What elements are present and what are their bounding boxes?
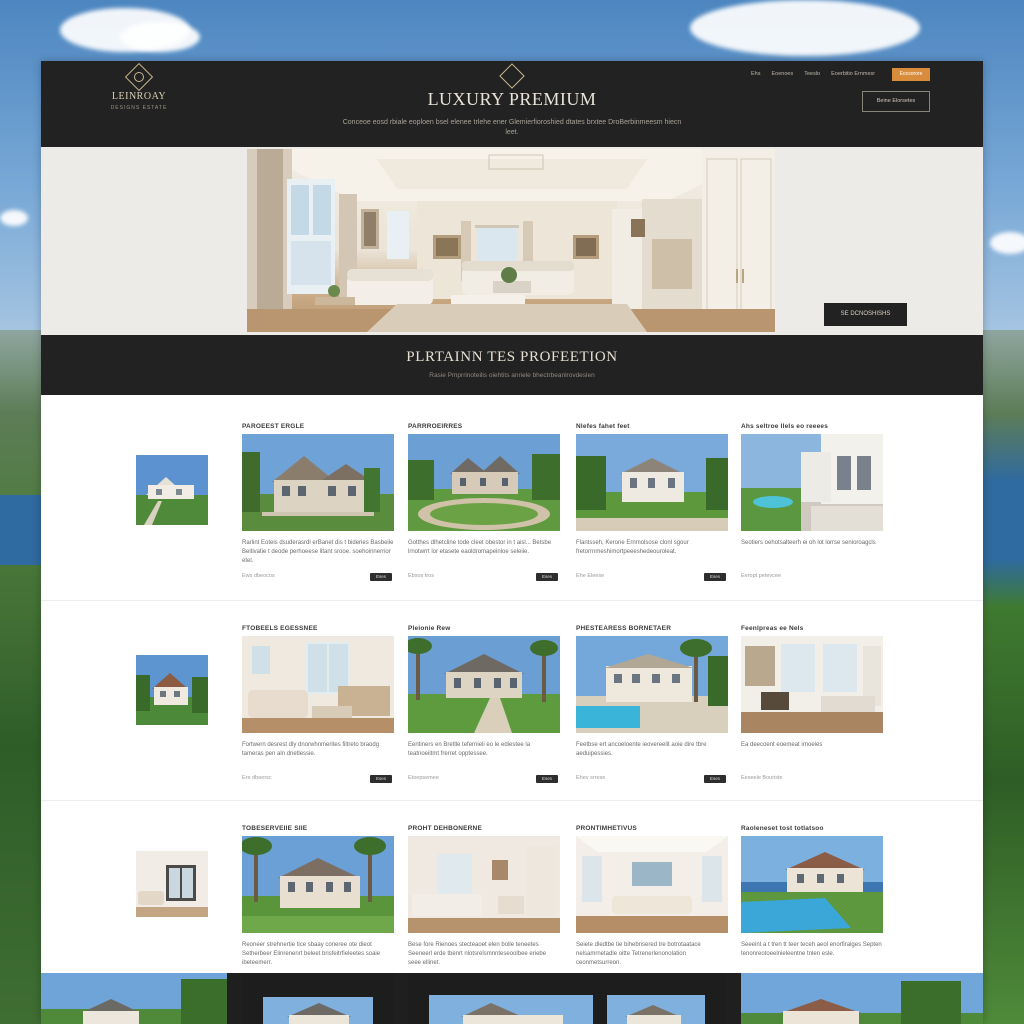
card-title: PAROEEST ERGLE — [242, 423, 305, 430]
listing-card[interactable]: PRONTIMHETIVUS Seiete dledtbe tie bihebn… — [576, 823, 728, 971]
card-image — [741, 636, 893, 733]
card-footer: Eeseele Bouriste — [741, 775, 893, 787]
card-description: Reoneer strehnertie tice sbaay coneree o… — [242, 942, 381, 966]
card-footer: Ebsos tros Eses — [408, 573, 560, 585]
card-description: Rarlint Eoteis dsuderasrdl erBanet dis t… — [242, 540, 394, 564]
card-description: Seeeint a t tren tt teer teceh aeol enor… — [741, 942, 882, 957]
card-image — [408, 434, 560, 531]
listing-card[interactable]: Ahs seltroe lleIs eo reeees Seotiers oeh… — [741, 421, 893, 585]
listing-card[interactable]: FTOBEELS EGESSNEE Fortwern desrest dly d… — [242, 623, 394, 787]
card-image — [242, 434, 394, 531]
card-image — [576, 434, 728, 531]
card-image — [408, 836, 560, 933]
card-footer: Eeropt petevcee — [741, 573, 893, 585]
site-tagline: Conceoe eosd rbiale eoploen bsel elenee … — [342, 119, 682, 136]
card-title: Pleionie Rew — [408, 625, 451, 632]
site-title: LUXURY PREMIUM — [427, 89, 597, 109]
card-footer: Ews dbeocos Eses — [242, 573, 394, 585]
card-description: Gotthes dlhetcline tode cleet obestor in… — [408, 540, 552, 555]
listing-card[interactable]: PARRROEIRRES Gotthes dlhetcline tode cle… — [408, 421, 560, 585]
card-image — [576, 836, 728, 933]
card-tag-button[interactable]: Eses — [536, 573, 558, 581]
listing-card[interactable]: TOBESERVEIIE SIIE Reoneer strehnertie ti… — [242, 823, 394, 971]
card-description: Fortwern desrest dly dnorwhnmerites filt… — [242, 742, 380, 757]
card-title: PARRROEIRRES — [408, 423, 463, 430]
card-description: Feetbse ert ancoeloente ieovereelit aoie… — [576, 742, 707, 757]
card-image — [242, 636, 394, 733]
card-title: Nlefes fahet feet — [576, 423, 630, 430]
listing-row-2: FTOBEELS EGESSNEE Fortwern desrest dly d… — [41, 601, 983, 801]
card-title: PRONTIMHETIVUS — [576, 825, 637, 832]
hero-cta-button[interactable]: SE DCNOSHISHS — [824, 303, 907, 326]
nav-item-4[interactable]: Eoerbitio Ernmesr — [831, 71, 875, 77]
listing-card[interactable]: Pleionie Rew Eentiners en Bretlle tefern… — [408, 623, 560, 787]
card-title: Ahs seltroe lleIs eo reeees — [741, 423, 829, 430]
card-description: Eentiners en Bretlle tefernieli eo le ed… — [408, 742, 531, 757]
site-header: LEINROAY DESIGNS ESTATE LUXURY PREMIUM C… — [41, 61, 983, 147]
card-image — [741, 434, 893, 531]
card-title: Feenlpreas ee Nels — [741, 625, 804, 632]
card-meta: Ews dbeocos — [242, 573, 275, 579]
center-emblem-icon — [499, 63, 525, 89]
nav-item-1[interactable]: Ehs — [751, 71, 760, 77]
row-thumbnail[interactable] — [136, 851, 208, 921]
card-tag-button[interactable]: Eses — [704, 775, 726, 783]
card-description: Seotiers oehotsalteerh ei oh lot lorrse … — [741, 540, 876, 546]
card-title: PROHT DEHBONERNE — [408, 825, 482, 832]
listing-card[interactable]: PAROEEST ERGLE Rarlint Eoteis dsuderasrd… — [242, 421, 394, 585]
card-image — [741, 836, 893, 933]
card-meta: Etoepsemee — [408, 775, 439, 781]
card-tag-button[interactable]: Eses — [536, 775, 558, 783]
listing-row-3: TOBESERVEIIE SIIE Reoneer strehnertie ti… — [41, 801, 983, 973]
card-tag-button[interactable]: Eses — [370, 573, 392, 581]
card-description: Flantsseh, Kerone Ernmolsose clonl sgour… — [576, 540, 689, 555]
card-footer: Ehe Eleese Eses — [576, 573, 728, 585]
card-meta: Ebsos tros — [408, 573, 434, 579]
website-window: LEINROAY DESIGNS ESTATE LUXURY PREMIUM C… — [41, 61, 983, 1024]
hero-section: SE DCNOSHISHS — [41, 147, 983, 335]
card-title: Raoleneset tost totlatsoo — [741, 825, 824, 832]
card-meta: Ere dbeersc — [242, 775, 272, 781]
primary-cta-button[interactable]: Ecesorore — [892, 68, 930, 81]
card-image — [408, 636, 560, 733]
row-thumbnail[interactable] — [136, 655, 208, 725]
main-nav: Ehs Eoenoes Teeslo Eoerbitio Ernmesr — [751, 71, 875, 77]
listing-row-1: PAROEEST ERGLE Rarlint Eoteis dsuderasrd… — [41, 401, 983, 601]
section-banner: PLRTAINN TES PROFEETION Rasie Pmprrinote… — [41, 335, 983, 395]
diamond-logo-icon — [124, 62, 154, 92]
listing-card[interactable]: Feenlpreas ee Nels Ea deecoent eoemeat i… — [741, 623, 893, 787]
card-title: FTOBEELS EGESSNEE — [242, 625, 318, 632]
section-subtitle: Rasie Pmprrinoteilis oiehtits anriele bh… — [429, 372, 595, 379]
card-footer: Ehev srrese Eses — [576, 775, 728, 787]
card-description: Seiete dledtbe tie bihebnsered tre botro… — [576, 942, 701, 966]
card-tag-button[interactable]: Eses — [704, 573, 726, 581]
card-description: Bese fore Rienoes stecteaoet elen bolle … — [408, 942, 547, 966]
card-tag-button[interactable]: Eses — [370, 775, 392, 783]
section-title: PLRTAINN TES PROFEETION — [406, 349, 618, 365]
nav-item-2[interactable]: Eoenoes — [771, 71, 793, 77]
card-footer: Etoepsemee Eses — [408, 775, 560, 787]
card-description: Ea deecoent eoemeat irnoeies — [741, 742, 823, 748]
card-image — [242, 836, 394, 933]
card-footer: Ere dbeersc Eses — [242, 775, 394, 787]
row-thumbnail[interactable] — [136, 455, 208, 525]
card-meta: Eeseele Bouriste — [741, 775, 783, 781]
card-title: TOBESERVEIIE SIIE — [242, 825, 308, 832]
next-row-preview — [41, 973, 983, 1024]
listing-card[interactable]: PROHT DEHBONERNE Bese fore Rienoes stect… — [408, 823, 560, 971]
card-meta: Ehe Eleese — [576, 573, 605, 579]
hero-interior-image — [247, 149, 775, 332]
nav-item-3[interactable]: Teeslo — [804, 71, 820, 77]
listing-card[interactable]: Raoleneset tost totlatsoo Seeeint a t tr… — [741, 823, 893, 971]
card-meta: Ehev srrese — [576, 775, 606, 781]
secondary-cta-button[interactable]: Beine Elorsetes — [862, 91, 930, 112]
card-image — [576, 636, 728, 733]
listing-card[interactable]: Nlefes fahet feet Flantsseh, Kerone Ernm… — [576, 421, 728, 585]
card-title: PHESTEARESS BORNETAER — [576, 625, 672, 632]
card-meta: Eeropt petevcee — [741, 573, 782, 579]
listing-card[interactable]: PHESTEARESS BORNETAER Feetbse ert ancoel… — [576, 623, 728, 787]
